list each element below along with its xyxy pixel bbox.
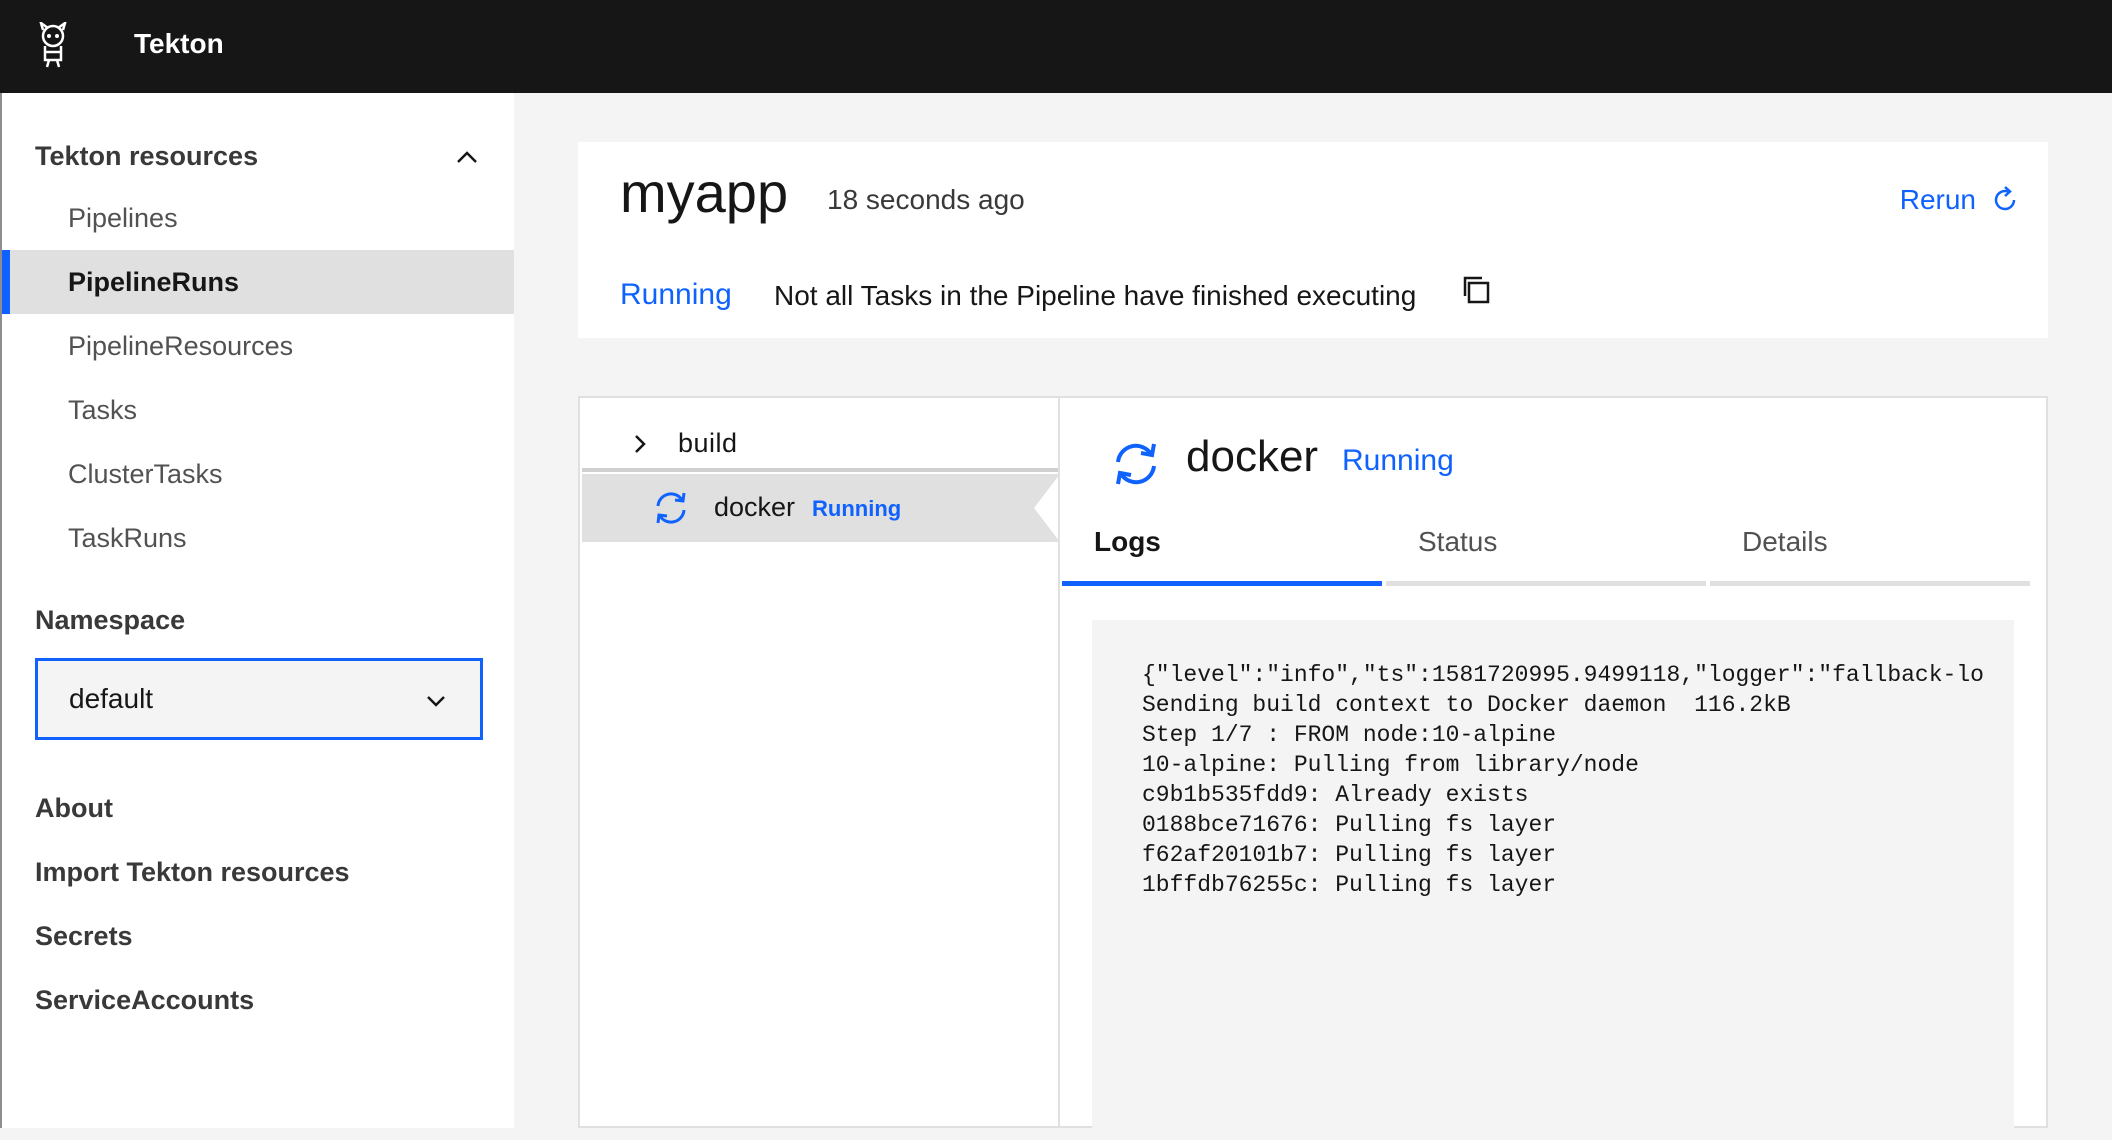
top-header: Tekton [0, 0, 2112, 93]
sidebar-link-about[interactable]: About [35, 793, 113, 824]
log-line: f62af20101b7: Pulling fs layer [1142, 842, 1557, 868]
task-tree: build docker Running [578, 396, 1060, 1128]
namespace-dropdown[interactable]: default [35, 658, 483, 740]
tab-label: Status [1418, 526, 1498, 557]
sidebar-link-secrets[interactable]: Secrets [35, 921, 133, 952]
divider [582, 468, 1058, 472]
log-line: 0188bce71676: Pulling fs layer [1142, 812, 1557, 838]
sidebar-item-tasks[interactable]: Tasks [2, 378, 514, 442]
log-output[interactable]: {"level":"info","ts":1581720995.9499118,… [1092, 620, 2014, 1140]
step-detail-name: docker [1186, 432, 1319, 481]
pipelinerun-status: Running [620, 278, 732, 311]
refresh-icon [1994, 186, 2016, 211]
sidebar-item-pipelines[interactable]: Pipelines [2, 186, 514, 250]
running-sync-icon [656, 492, 686, 524]
tab-indicator [1386, 581, 1706, 586]
sidebar-item-pipelineresources[interactable]: PipelineResources [2, 314, 514, 378]
task-item-build[interactable]: build [580, 418, 1058, 470]
task-label: build [678, 428, 738, 458]
tab-status[interactable]: Status [1386, 526, 1706, 586]
namespace-label: Namespace [35, 605, 186, 635]
sidebar-link-import[interactable]: Import Tekton resources [35, 857, 350, 888]
chevron-up-icon[interactable] [454, 145, 480, 171]
namespace-value: default [69, 683, 154, 714]
chevron-down-icon [427, 696, 445, 707]
pipelinerun-header: myapp 18 seconds ago Rerun Running Not a… [578, 142, 2048, 338]
pipelinerun-message: Not all Tasks in the Pipeline have finis… [774, 280, 1417, 311]
sidebar-item-label: TaskRuns [68, 522, 187, 553]
sidebar-item-pipelineruns[interactable]: PipelineRuns [2, 250, 514, 314]
running-sync-icon [1116, 443, 1156, 485]
sidebar-section-title[interactable]: Tekton resources [35, 141, 258, 172]
step-name: docker [714, 492, 796, 522]
log-line: c9b1b535fdd9: Already exists [1142, 782, 1529, 808]
log-line: 1bffdb76255c: Pulling fs layer [1142, 872, 1557, 898]
sidebar-item-taskruns[interactable]: TaskRuns [2, 506, 514, 570]
pipelinerun-time: 18 seconds ago [827, 184, 1025, 215]
tab-label: Details [1742, 526, 1828, 557]
tab-indicator [1710, 581, 2030, 586]
sidebar: Tekton resources Pipelines PipelineRuns … [0, 93, 514, 1128]
tab-indicator [1062, 581, 1382, 586]
tab-logs[interactable]: Logs [1062, 526, 1382, 586]
sidebar-link-serviceaccounts[interactable]: ServiceAccounts [35, 985, 254, 1016]
log-line: {"level":"info","ts":1581720995.9499118,… [1142, 662, 1984, 688]
sidebar-item-label: PipelineRuns [68, 266, 240, 297]
sidebar-item-label: Tasks [68, 394, 138, 425]
sidebar-item-label: Pipelines [68, 202, 178, 233]
step-status: Running [812, 496, 902, 521]
copy-icon[interactable] [1460, 274, 1492, 306]
log-line: Step 1/7 : FROM node:10-alpine [1142, 722, 1557, 748]
tab-details[interactable]: Details [1710, 526, 2030, 586]
step-item-docker[interactable]: docker Running [582, 474, 1060, 542]
rerun-button[interactable]: Rerun [1900, 184, 2020, 216]
log-line: 10-alpine: Pulling from library/node [1142, 752, 1639, 778]
tab-label: Logs [1094, 526, 1161, 557]
step-detail-status: Running [1342, 444, 1454, 477]
rerun-label: Rerun [1899, 184, 1976, 215]
sidebar-item-label: PipelineResources [68, 330, 294, 361]
app-title[interactable]: Tekton [134, 28, 224, 60]
sidebar-item-clustertasks[interactable]: ClusterTasks [2, 442, 514, 506]
pipelinerun-name: myapp [620, 161, 789, 224]
log-line: Sending build context to Docker daemon 1… [1142, 692, 1791, 718]
tekton-logo-icon[interactable] [32, 22, 74, 68]
chevron-right-icon [635, 435, 646, 453]
sidebar-item-label: ClusterTasks [68, 458, 223, 489]
step-details: docker Running Logs Status Details {"lev… [1058, 396, 2048, 1140]
